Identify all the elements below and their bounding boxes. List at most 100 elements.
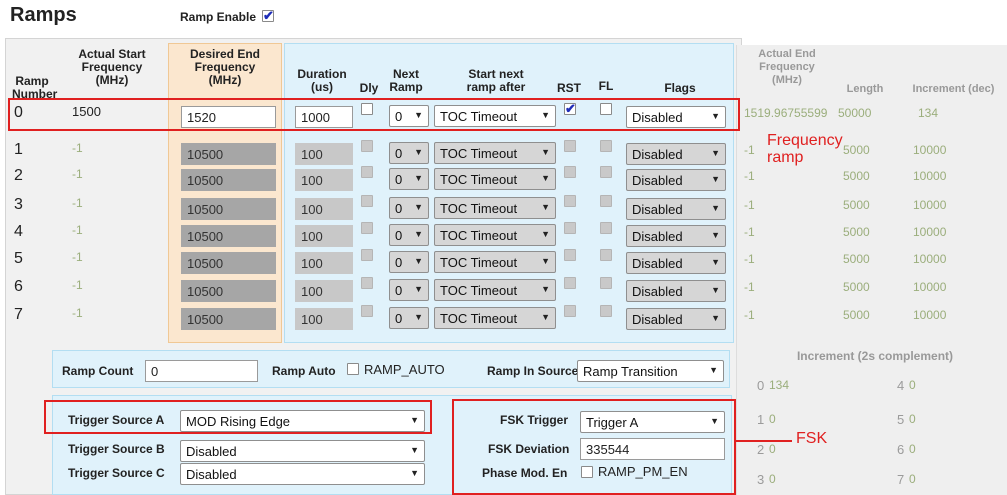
actual-start-value: -1 — [72, 278, 83, 292]
rst-checkbox[interactable] — [564, 140, 576, 152]
chevron-down-icon: ▼ — [414, 229, 423, 239]
next-ramp-select[interactable]: 0 ▼ — [389, 224, 429, 246]
fl-checkbox[interactable] — [600, 140, 612, 152]
row-number: 1 — [14, 141, 23, 158]
rst-checkbox[interactable] — [564, 166, 576, 178]
increment-2s-value: 0 — [909, 442, 916, 456]
desired-end-input[interactable]: 10500 — [181, 252, 276, 274]
next-ramp-select[interactable]: 0 ▼ — [389, 168, 429, 190]
chevron-down-icon: ▼ — [711, 203, 720, 213]
length-value: 5000 — [843, 252, 870, 266]
dly-checkbox[interactable] — [361, 166, 373, 178]
start-after-select[interactable]: TOC Timeout ▼ — [434, 279, 556, 301]
dly-checkbox[interactable] — [361, 222, 373, 234]
fl-checkbox[interactable] — [600, 249, 612, 261]
rst-checkbox[interactable] — [564, 277, 576, 289]
increment-value: 134 — [918, 106, 939, 120]
flags-value: Disabled — [632, 173, 683, 188]
desired-end-input[interactable]: 10500 — [181, 280, 276, 302]
header-flags: Flags — [664, 81, 696, 95]
fl-checkbox[interactable] — [600, 166, 612, 178]
flags-value: Disabled — [632, 202, 683, 217]
chevron-down-icon: ▼ — [414, 202, 423, 212]
desired-end-input[interactable]: 10500 — [181, 225, 276, 247]
next-ramp-select[interactable]: 0 ▼ — [389, 251, 429, 273]
chevron-down-icon: ▼ — [711, 257, 720, 267]
desired-end-input[interactable]: 10500 — [181, 308, 276, 330]
dly-checkbox[interactable] — [361, 277, 373, 289]
next-ramp-value: 0 — [395, 283, 403, 298]
next-ramp-select[interactable]: 0 ▼ — [389, 307, 429, 329]
duration-input[interactable]: 100 — [295, 225, 353, 247]
start-after-select[interactable]: TOC Timeout ▼ — [434, 168, 556, 190]
rst-checkbox[interactable] — [564, 305, 576, 317]
flags-select[interactable]: Disabled ▼ — [626, 308, 726, 330]
start-after-select[interactable]: TOC Timeout ▼ — [434, 197, 556, 219]
trigger-source-c-value: Disabled — [186, 467, 237, 482]
start-after-select[interactable]: TOC Timeout ▼ — [434, 307, 556, 329]
duration-input[interactable]: 100 — [295, 143, 353, 165]
header-actual-end: Actual End Frequency (MHz) — [758, 48, 816, 86]
chevron-down-icon: ▼ — [711, 313, 720, 323]
fl-checkbox[interactable] — [600, 222, 612, 234]
dly-checkbox[interactable] — [361, 195, 373, 207]
duration-input[interactable]: 100 — [295, 169, 353, 191]
next-ramp-select[interactable]: 0 ▼ — [389, 279, 429, 301]
fl-checkbox[interactable] — [600, 305, 612, 317]
next-ramp-select[interactable]: 0 ▼ — [389, 142, 429, 164]
duration-input[interactable]: 100 — [295, 280, 353, 302]
ramp-count-input[interactable]: 0 — [145, 360, 258, 382]
duration-input[interactable]: 100 — [295, 252, 353, 274]
ramp-auto-label: Ramp Auto — [272, 364, 336, 378]
actual-end-value: -1 — [744, 280, 755, 294]
flags-select[interactable]: Disabled ▼ — [626, 143, 726, 165]
dly-checkbox[interactable] — [361, 249, 373, 261]
chevron-down-icon: ▼ — [414, 173, 423, 183]
dly-checkbox[interactable] — [361, 305, 373, 317]
ramp-auto-checkbox-label: RAMP_AUTO — [364, 362, 445, 377]
duration-input[interactable]: 100 — [295, 308, 353, 330]
ramp-in-source-select[interactable]: Ramp Transition ▼ — [577, 360, 724, 382]
ramp-auto-checkbox[interactable] — [347, 363, 359, 375]
length-value: 5000 — [843, 280, 870, 294]
increment-2s-index: 2 — [757, 442, 765, 457]
chevron-down-icon: ▼ — [414, 312, 423, 322]
ramp-enable-checkbox[interactable] — [262, 8, 274, 24]
increment-2s-index: 4 — [897, 378, 905, 393]
flags-select[interactable]: Disabled ▼ — [626, 225, 726, 247]
flags-select[interactable]: Disabled ▼ — [626, 252, 726, 274]
chevron-down-icon: ▼ — [711, 148, 720, 158]
start-after-value: TOC Timeout — [440, 146, 518, 161]
flags-select[interactable]: Disabled ▼ — [626, 169, 726, 191]
flags-select[interactable]: Disabled ▼ — [626, 280, 726, 302]
trigger-source-b-select[interactable]: Disabled ▼ — [180, 440, 425, 462]
next-ramp-select[interactable]: 0 ▼ — [389, 197, 429, 219]
fsk-annotation: FSK — [796, 430, 828, 447]
duration-input[interactable]: 100 — [295, 198, 353, 220]
fl-checkbox[interactable] — [600, 195, 612, 207]
rst-checkbox[interactable] — [564, 222, 576, 234]
chevron-down-icon: ▼ — [410, 468, 419, 478]
flags-select[interactable]: Disabled ▼ — [626, 198, 726, 220]
desired-end-input[interactable]: 10500 — [181, 169, 276, 191]
start-after-select[interactable]: TOC Timeout ▼ — [434, 224, 556, 246]
actual-start-value: -1 — [72, 167, 83, 181]
start-after-value: TOC Timeout — [440, 228, 518, 243]
header-next-ramp: Next Ramp — [389, 67, 423, 94]
increment-value: 10000 — [913, 308, 947, 322]
start-after-value: TOC Timeout — [440, 201, 518, 216]
fl-checkbox[interactable] — [600, 277, 612, 289]
header-actual-start: Actual Start Frequency (MHz) — [78, 47, 146, 87]
dly-checkbox[interactable] — [361, 140, 373, 152]
actual-end-value: -1 — [744, 169, 755, 183]
start-after-select[interactable]: TOC Timeout ▼ — [434, 251, 556, 273]
rst-checkbox[interactable] — [564, 195, 576, 207]
length-value: 5000 — [843, 198, 870, 212]
start-after-select[interactable]: TOC Timeout ▼ — [434, 142, 556, 164]
increment-2s-value: 0 — [909, 378, 916, 392]
desired-end-input[interactable]: 10500 — [181, 143, 276, 165]
rst-checkbox[interactable] — [564, 249, 576, 261]
desired-end-input[interactable]: 10500 — [181, 198, 276, 220]
trigger-source-c-select[interactable]: Disabled ▼ — [180, 463, 425, 485]
chevron-down-icon: ▼ — [410, 445, 419, 455]
